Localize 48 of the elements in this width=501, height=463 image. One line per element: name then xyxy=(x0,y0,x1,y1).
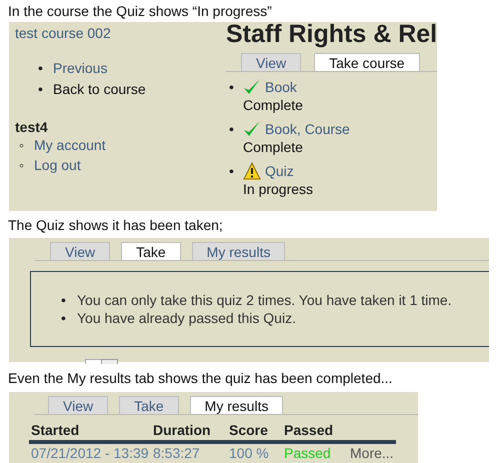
user-name: test4 xyxy=(15,118,49,136)
user-link[interactable]: My account xyxy=(34,136,106,156)
tab[interactable]: My results xyxy=(190,396,284,414)
item-link[interactable]: Book xyxy=(265,78,297,96)
tab[interactable]: View xyxy=(241,53,302,71)
checkmark-icon xyxy=(243,120,261,138)
table-cell: 100 % xyxy=(227,442,282,462)
list-bullet: • xyxy=(229,162,235,181)
message-text: You have already passed this Quiz. xyxy=(77,309,296,328)
column-header: Duration xyxy=(151,420,227,442)
warning-icon xyxy=(243,162,261,180)
course-link[interactable]: test course 002 xyxy=(15,24,111,42)
tab[interactable]: View xyxy=(48,396,108,414)
tab[interactable]: Take xyxy=(121,242,181,260)
table-cell: 07/21/2012 - 13:39 xyxy=(29,442,151,462)
item-link[interactable]: Book, Course xyxy=(265,120,350,138)
message-text: You can only take this quiz 2 times. You have taken it 1 time. xyxy=(77,291,452,310)
status-text: In progress xyxy=(243,180,314,198)
list-bullet: • xyxy=(229,120,235,139)
tab[interactable]: View xyxy=(50,242,110,260)
checkmark-icon xyxy=(243,78,261,96)
tab[interactable]: Take course xyxy=(314,53,420,71)
list-bullet: • xyxy=(38,59,44,78)
caption-text: In the course the Quiz shows “In progress” xyxy=(7,2,273,21)
table-cell: Passed xyxy=(282,442,348,462)
list-bullet: • xyxy=(61,309,67,328)
caption-text: Even the My results tab shows the quiz has been completed... xyxy=(7,369,394,388)
menu-link[interactable]: Previous xyxy=(53,59,108,80)
button-drawing xyxy=(85,359,119,364)
list-bullet: ◦ xyxy=(19,156,25,176)
menu-link[interactable]: Back to course xyxy=(53,80,146,102)
list-bullet: ◦ xyxy=(19,136,25,156)
status-text: Complete xyxy=(243,96,303,114)
item-link[interactable]: Quiz xyxy=(265,162,294,180)
column-header: Passed xyxy=(282,420,348,442)
user-link[interactable]: Log out xyxy=(34,156,81,176)
status-text: Complete xyxy=(243,138,304,156)
tab[interactable]: Take xyxy=(119,396,179,414)
column-header: Started xyxy=(29,420,151,442)
more-link[interactable]: More... xyxy=(348,442,396,462)
page-title: Staff Rights & Rel xyxy=(226,21,437,47)
list-bullet: • xyxy=(61,291,67,310)
list-bullet: • xyxy=(229,78,235,97)
tab[interactable]: My results xyxy=(192,242,286,260)
caption-text: The Quiz shows it has been taken; xyxy=(7,216,224,235)
table-cell: 8:53:27 xyxy=(151,442,227,462)
list-bullet: • xyxy=(38,80,44,100)
column-header: Score xyxy=(227,420,282,442)
